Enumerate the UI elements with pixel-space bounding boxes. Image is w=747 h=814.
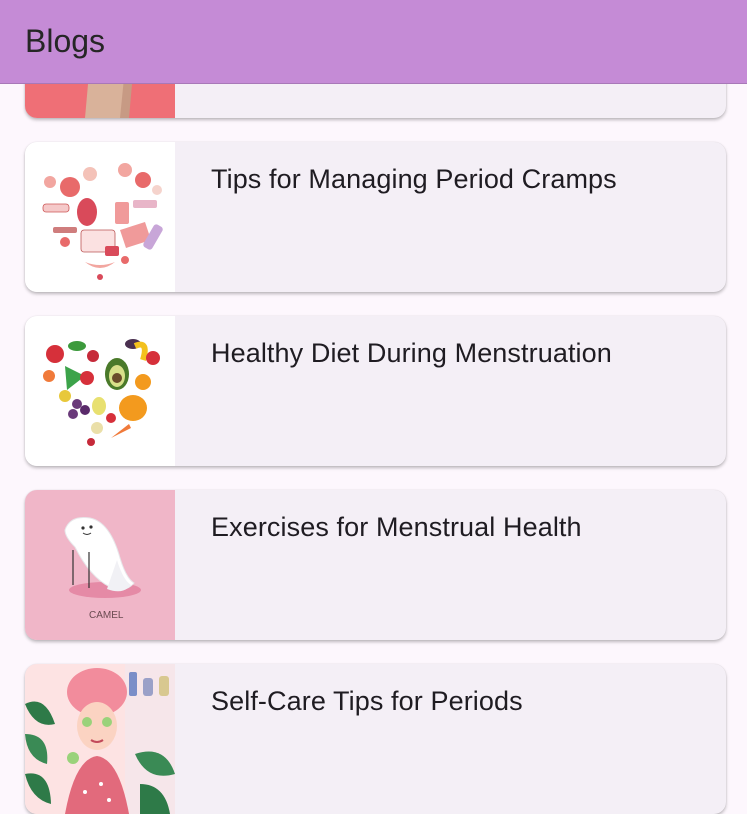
blog-title: Tips for Managing Period Cramps bbox=[211, 164, 617, 194]
blog-thumbnail bbox=[25, 316, 175, 466]
blog-thumbnail: CAMEL bbox=[25, 490, 175, 640]
blog-thumbnail bbox=[25, 142, 175, 292]
blog-card[interactable]: Tips for Managing Period Cramps bbox=[25, 142, 726, 292]
app-bar: Blogs bbox=[0, 0, 747, 84]
blog-thumbnail bbox=[25, 664, 175, 814]
blog-card[interactable]: Self-Care Tips for Periods bbox=[25, 664, 726, 814]
blog-title: Self-Care Tips for Periods bbox=[211, 686, 523, 716]
blog-list: Tips for Managing Period Cramps Healthy … bbox=[0, 0, 747, 814]
blog-card[interactable]: CAMEL Exercises for Menstrual Health bbox=[25, 490, 726, 640]
blog-title: Healthy Diet During Menstruation bbox=[211, 338, 612, 368]
thumbnail-caption: CAMEL bbox=[89, 610, 124, 621]
blog-card[interactable]: Healthy Diet During Menstruation bbox=[25, 316, 726, 466]
blog-title: Exercises for Menstrual Health bbox=[211, 512, 582, 542]
page-title: Blogs bbox=[25, 23, 106, 59]
